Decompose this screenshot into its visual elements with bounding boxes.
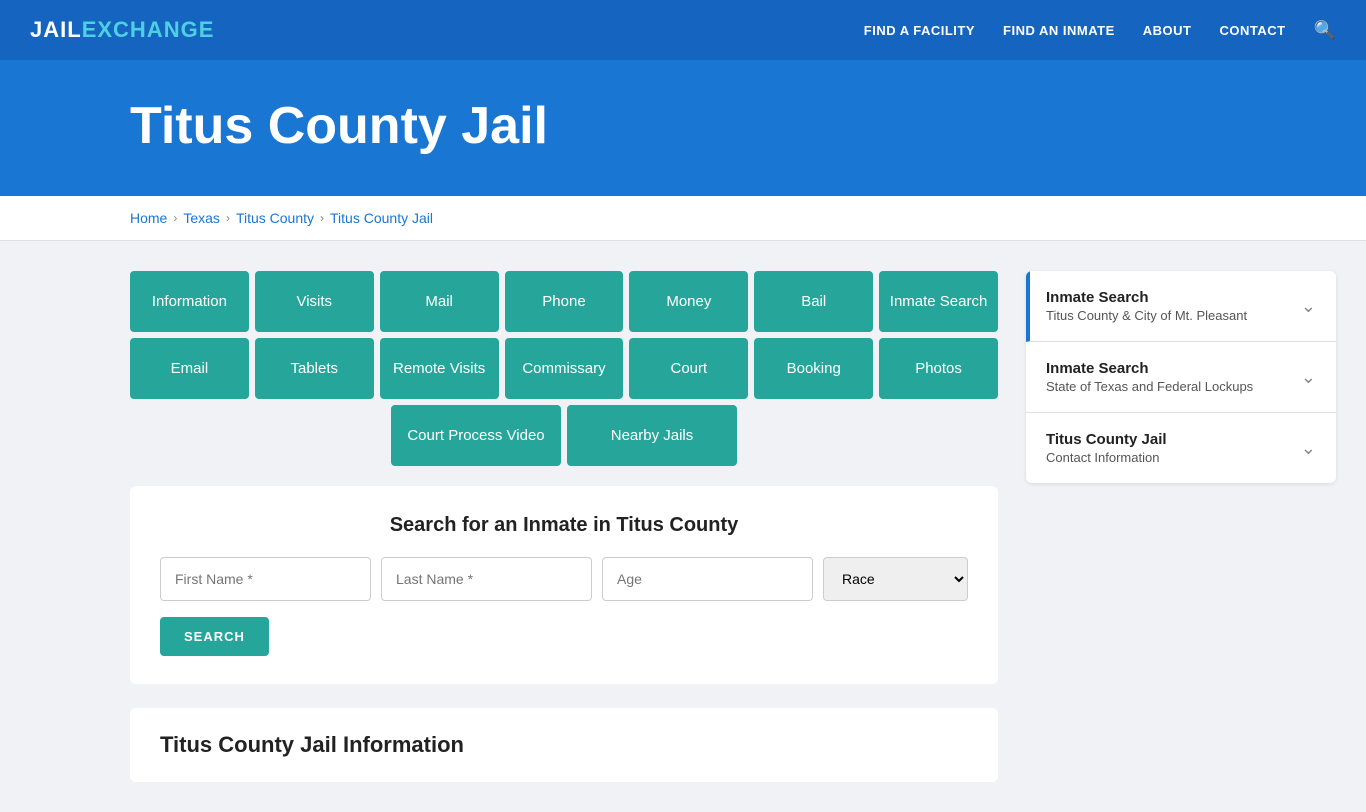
- sidebar-item-1-sub: Titus County & City of Mt. Pleasant: [1046, 308, 1247, 323]
- btn-bail[interactable]: Bail: [754, 271, 873, 332]
- sidebar-item-1-label: Inmate Search: [1046, 289, 1247, 306]
- search-fields: Race White Black Hispanic Asian Other: [160, 557, 968, 601]
- breadcrumb-titus-county[interactable]: Titus County: [236, 210, 314, 226]
- find-facility-link[interactable]: FIND A FACILITY: [864, 23, 975, 38]
- logo-exchange: EXCHANGE: [82, 17, 215, 42]
- hero-section: Titus County Jail: [0, 60, 1366, 196]
- main-content: Information Visits Mail Phone Money Bail…: [0, 241, 1366, 812]
- breadcrumb-sep-2: ›: [226, 211, 230, 225]
- chevron-down-icon-1: ⌄: [1301, 296, 1316, 317]
- btn-phone[interactable]: Phone: [505, 271, 624, 332]
- btn-inmate-search[interactable]: Inmate Search: [879, 271, 998, 332]
- race-select[interactable]: Race White Black Hispanic Asian Other: [823, 557, 968, 601]
- btn-booking[interactable]: Booking: [754, 338, 873, 399]
- btn-commissary[interactable]: Commissary: [505, 338, 624, 399]
- breadcrumb-sep-1: ›: [173, 211, 177, 225]
- info-title: Titus County Jail Information: [160, 732, 968, 758]
- search-title: Search for an Inmate in Titus County: [160, 514, 968, 537]
- chevron-down-icon-2: ⌄: [1301, 367, 1316, 388]
- btn-visits[interactable]: Visits: [255, 271, 374, 332]
- sidebar-item-1[interactable]: Inmate Search Titus County & City of Mt.…: [1026, 271, 1336, 342]
- btn-court[interactable]: Court: [629, 338, 748, 399]
- about-link[interactable]: ABOUT: [1143, 23, 1192, 38]
- grid-row-1: Information Visits Mail Phone Money Bail…: [130, 271, 998, 332]
- btn-nearby-jails[interactable]: Nearby Jails: [567, 405, 737, 466]
- inmate-search-box: Search for an Inmate in Titus County Rac…: [130, 486, 998, 684]
- page-title: Titus County Jail: [130, 96, 1336, 156]
- grid-row-2: Email Tablets Remote Visits Commissary C…: [130, 338, 998, 399]
- btn-money[interactable]: Money: [629, 271, 748, 332]
- sidebar-item-2-label: Inmate Search: [1046, 360, 1253, 377]
- sidebar-item-3[interactable]: Titus County Jail Contact Information ⌄: [1026, 413, 1336, 483]
- logo-jail: JAIL: [30, 17, 82, 42]
- sidebar-item-3-sub: Contact Information: [1046, 450, 1167, 465]
- right-sidebar: Inmate Search Titus County & City of Mt.…: [1026, 271, 1336, 782]
- sidebar-card: Inmate Search Titus County & City of Mt.…: [1026, 271, 1336, 483]
- last-name-input[interactable]: [381, 557, 592, 601]
- breadcrumb-current: Titus County Jail: [330, 210, 433, 226]
- navbar: JAILEXCHANGE FIND A FACILITY FIND AN INM…: [0, 0, 1366, 60]
- contact-link[interactable]: CONTACT: [1219, 23, 1285, 38]
- breadcrumb: Home › Texas › Titus County › Titus Coun…: [0, 196, 1366, 241]
- search-button[interactable]: SEARCH: [160, 617, 269, 656]
- site-logo[interactable]: JAILEXCHANGE: [30, 17, 214, 43]
- sidebar-item-2[interactable]: Inmate Search State of Texas and Federal…: [1026, 342, 1336, 413]
- breadcrumb-sep-3: ›: [320, 211, 324, 225]
- breadcrumb-texas[interactable]: Texas: [183, 210, 220, 226]
- chevron-down-icon-3: ⌄: [1301, 438, 1316, 459]
- nav-links: FIND A FACILITY FIND AN INMATE ABOUT CON…: [864, 20, 1336, 41]
- left-column: Information Visits Mail Phone Money Bail…: [130, 271, 998, 782]
- btn-remote-visits[interactable]: Remote Visits: [380, 338, 499, 399]
- find-inmate-link[interactable]: FIND AN INMATE: [1003, 23, 1115, 38]
- age-input[interactable]: [602, 557, 813, 601]
- btn-tablets[interactable]: Tablets: [255, 338, 374, 399]
- btn-mail[interactable]: Mail: [380, 271, 499, 332]
- search-icon-button[interactable]: 🔍: [1314, 20, 1336, 41]
- breadcrumb-home[interactable]: Home: [130, 210, 167, 226]
- btn-information[interactable]: Information: [130, 271, 249, 332]
- btn-photos[interactable]: Photos: [879, 338, 998, 399]
- btn-email[interactable]: Email: [130, 338, 249, 399]
- grid-row-3: Court Process Video Nearby Jails: [130, 405, 998, 466]
- first-name-input[interactable]: [160, 557, 371, 601]
- sidebar-item-2-sub: State of Texas and Federal Lockups: [1046, 379, 1253, 394]
- btn-court-process-video[interactable]: Court Process Video: [391, 405, 561, 466]
- sidebar-item-3-label: Titus County Jail: [1046, 431, 1167, 448]
- info-section: Titus County Jail Information: [130, 708, 998, 782]
